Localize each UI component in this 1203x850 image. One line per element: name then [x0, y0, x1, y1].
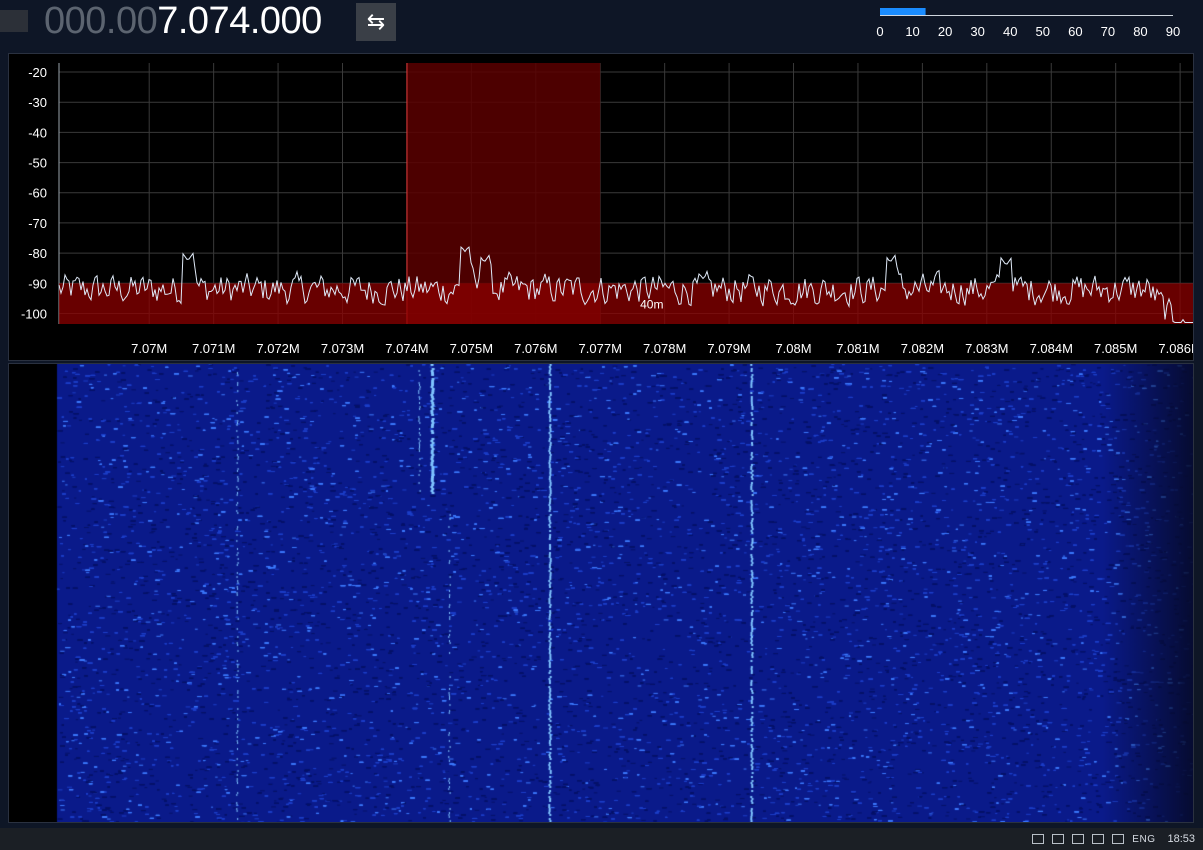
meter-tick-label: 90 [1166, 24, 1180, 39]
meter-track [880, 15, 1173, 16]
x-tick-label: 7.08M [775, 341, 811, 356]
x-tick-label: 7.082M [901, 341, 944, 356]
signal-meter-scale: 0 10 20 30 40 50 60 70 80 90 [876, 8, 1180, 39]
x-tick-label: 7.078M [643, 341, 686, 356]
meter-tick-label: 10 [905, 24, 919, 39]
meter-tick-label: 20 [938, 24, 952, 39]
y-tick-label: -50 [28, 156, 47, 171]
meter-tick-label: 80 [1133, 24, 1147, 39]
x-tick-label: 7.072M [256, 341, 299, 356]
meter-tick-label: 30 [970, 24, 984, 39]
x-tick-label: 7.073M [321, 341, 364, 356]
meter-tick-label: 60 [1068, 24, 1082, 39]
speaker-icon[interactable] [1112, 834, 1125, 844]
waterfall-panel[interactable] [8, 363, 1194, 823]
y-tick-label: -90 [28, 276, 47, 291]
meter-tick-label: 40 [1003, 24, 1017, 39]
system-tray: ENG 18:53 [1032, 828, 1195, 850]
network-icon[interactable] [1092, 834, 1105, 844]
swap-arrows-icon[interactable]: ⇆ [356, 3, 396, 41]
meter-tick-label: 70 [1101, 24, 1115, 39]
spectrum-plot[interactable]: -20 -30 -40 -50 -60 -70 -80 -90 -100 7.07M 7.071M 7… [9, 54, 1202, 360]
app-icon[interactable] [1072, 834, 1085, 844]
y-tick-label: -20 [28, 65, 47, 80]
taskbar: ENG 18:53 [0, 828, 1203, 850]
x-tick-label: 7.085M [1094, 341, 1137, 356]
meter-level-bar [880, 8, 926, 15]
meter-tick-label: 0 [876, 24, 883, 39]
meter-tick-label: 50 [1036, 24, 1050, 39]
top-bar: 000.007.074.000 ⇆ 0 10 20 30 40 50 60 70 80 90 [0, 0, 1203, 48]
x-tick-label: 7.075M [450, 341, 493, 356]
y-tick-label: -80 [28, 246, 47, 261]
x-tick-label: 7.081M [836, 341, 879, 356]
y-tick-label: -100 [21, 306, 47, 321]
y-tick-label: -30 [28, 95, 47, 110]
waterfall-display[interactable] [9, 364, 1193, 822]
band-label: 40m [640, 297, 663, 311]
x-tick-label: 7.076M [514, 341, 557, 356]
x-tick-label: 7.077M [579, 341, 622, 356]
monitor-icon[interactable] [1032, 834, 1045, 844]
y-tick-label: -70 [28, 216, 47, 231]
language-indicator[interactable]: ENG [1132, 834, 1155, 845]
frequency-digits: 7.074.000 [157, 0, 322, 42]
x-tick-label: 7.079M [707, 341, 750, 356]
menu-toggle[interactable] [0, 10, 28, 32]
signal-meter: 0 10 20 30 40 50 60 70 80 90 [870, 0, 1192, 42]
x-tick-label: 7.086M [1158, 341, 1193, 356]
x-tick-label: 7.074M [385, 341, 428, 356]
x-tick-label: 7.07M [131, 341, 167, 356]
x-tick-label: 7.071M [192, 341, 235, 356]
y-tick-label: -40 [28, 125, 47, 140]
frequency-display[interactable]: 000.007.074.000 [44, 0, 322, 43]
spectrum-panel[interactable]: -20 -30 -40 -50 -60 -70 -80 -90 -100 7.07M 7.071M 7… [8, 53, 1202, 361]
x-tick-label: 7.084M [1030, 341, 1073, 356]
printer-icon[interactable] [1052, 834, 1065, 844]
x-tick-label: 7.083M [965, 341, 1008, 356]
clock[interactable]: 18:53 [1167, 833, 1195, 845]
frequency-dim-digits: 000.00 [44, 0, 158, 42]
y-tick-label: -60 [28, 186, 47, 201]
